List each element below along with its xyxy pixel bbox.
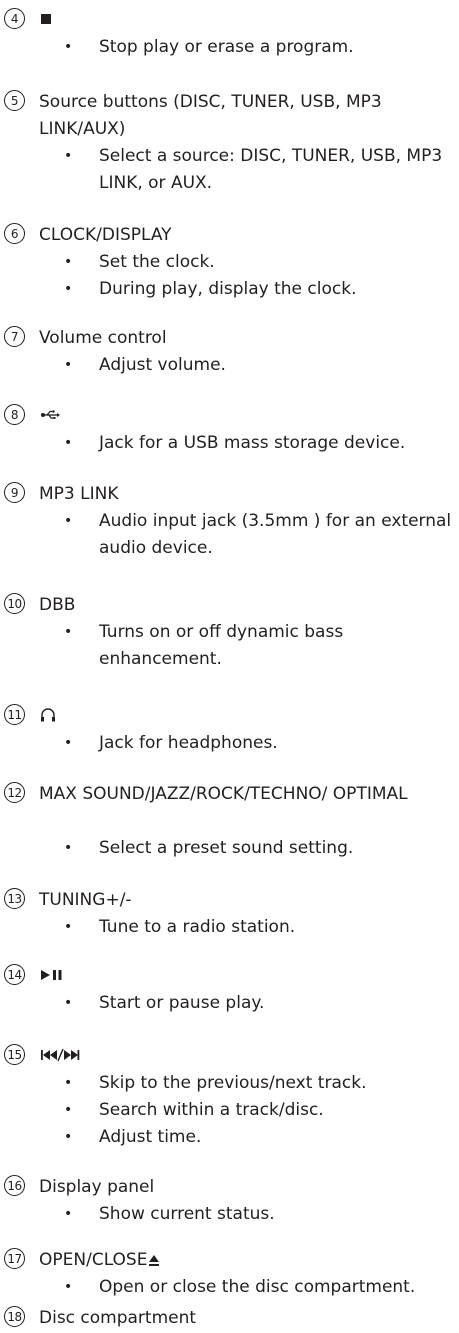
- bullet-text: Open or close the disc compartment.: [0, 1274, 459, 1301]
- bullet-text: Select a preset sound setting.: [0, 835, 459, 862]
- item-15: 15 Skip to the previous/next track. Sear…: [0, 1040, 459, 1151]
- bullet-text: Select a source: DISC, TUNER, USB, MP3 L…: [0, 143, 459, 197]
- item-10: 10 DBB Turns on or off dynamic bass enha…: [0, 589, 459, 673]
- manual-page: 4 Stop play or erase a program. 5 Source…: [0, 0, 459, 1333]
- bullet-text: Jack for a USB mass storage device.: [0, 430, 459, 457]
- item-13: 13 TUNING+/- Tune to a radio station.: [0, 884, 459, 941]
- item-number: 8: [4, 404, 25, 425]
- prev-next-icon: [40, 1045, 80, 1069]
- bullet-text: Stop play or erase a program.: [0, 34, 459, 61]
- item-16: 16 Display panel Show current status.: [0, 1171, 459, 1228]
- item-17: 17 OPEN/CLOSE Open or close the disc com…: [0, 1244, 459, 1301]
- item-number: 9: [4, 482, 25, 503]
- item-number: 14: [4, 964, 25, 985]
- item-title: MP3 LINK: [39, 484, 119, 504]
- bullet-text: Tune to a radio station.: [0, 914, 459, 941]
- item-number: 17: [4, 1248, 25, 1269]
- play-pause-icon: [40, 965, 66, 989]
- item-number: 12: [4, 782, 25, 803]
- bullet-text: Skip to the previous/next track.: [0, 1070, 459, 1097]
- item-4: 4 Stop play or erase a program.: [0, 4, 459, 61]
- item-11: 11 Jack for headphones.: [0, 700, 459, 757]
- item-title: Display panel: [39, 1177, 155, 1197]
- bullet-text: Show current status.: [0, 1201, 459, 1228]
- item-title: Volume control: [39, 328, 167, 348]
- item-number: 13: [4, 888, 25, 909]
- item-number: 15: [4, 1044, 25, 1065]
- item-number: 16: [4, 1175, 25, 1196]
- bullet-text: Start or pause play.: [0, 990, 459, 1017]
- item-number: 11: [4, 704, 25, 725]
- bullet-text: Set the clock.: [0, 249, 459, 276]
- usb-icon: [40, 405, 60, 429]
- bullet-text: Turns on or off dynamic bass enhancement…: [0, 619, 459, 673]
- item-7: 7 Volume control Adjust volume.: [0, 322, 459, 379]
- item-12: 12 MAX SOUND/JAZZ/ROCK/TECHNO/ OPTIMAL S…: [0, 778, 459, 862]
- item-number: 5: [4, 90, 25, 111]
- bullet-text: Adjust time.: [0, 1124, 459, 1151]
- item-title: MAX SOUND/JAZZ/ROCK/TECHNO/ OPTIMAL: [39, 784, 408, 804]
- item-number: 7: [4, 326, 25, 347]
- item-title: TUNING+/-: [39, 890, 132, 910]
- item-title: Source buttons (DISC, TUNER, USB, MP3 LI…: [39, 92, 382, 139]
- item-title: Disc compartment: [39, 1308, 197, 1328]
- item-9: 9 MP3 LINK Audio input jack (3.5mm ) for…: [0, 478, 459, 562]
- bullet-text: Audio input jack (3.5mm ) for an externa…: [0, 508, 459, 562]
- bullet-text: Adjust volume.: [0, 352, 459, 379]
- headphones-icon: [40, 705, 56, 729]
- item-title: DBB: [39, 595, 76, 615]
- stop-icon: [40, 9, 54, 33]
- bullet-text: Search within a track/disc.: [0, 1097, 459, 1124]
- item-14: 14 Start or pause play.: [0, 960, 459, 1017]
- bullet-text: Jack for headphones.: [0, 730, 459, 757]
- item-title: OPEN/CLOSE: [39, 1250, 148, 1270]
- item-18: 18 Disc compartment: [0, 1302, 459, 1332]
- bullet-text: During play, display the clock.: [0, 276, 459, 303]
- item-title: CLOCK/DISPLAY: [39, 225, 172, 245]
- eject-icon: [148, 1249, 160, 1276]
- item-number: 6: [4, 223, 25, 244]
- item-number: 4: [4, 8, 25, 29]
- item-8: 8 Jack for a USB mass storage device.: [0, 400, 459, 457]
- item-5: 5 Source buttons (DISC, TUNER, USB, MP3 …: [0, 86, 459, 197]
- item-number: 10: [4, 593, 25, 614]
- item-number: 18: [4, 1306, 25, 1327]
- item-6: 6 CLOCK/DISPLAY Set the clock. During pl…: [0, 219, 459, 303]
